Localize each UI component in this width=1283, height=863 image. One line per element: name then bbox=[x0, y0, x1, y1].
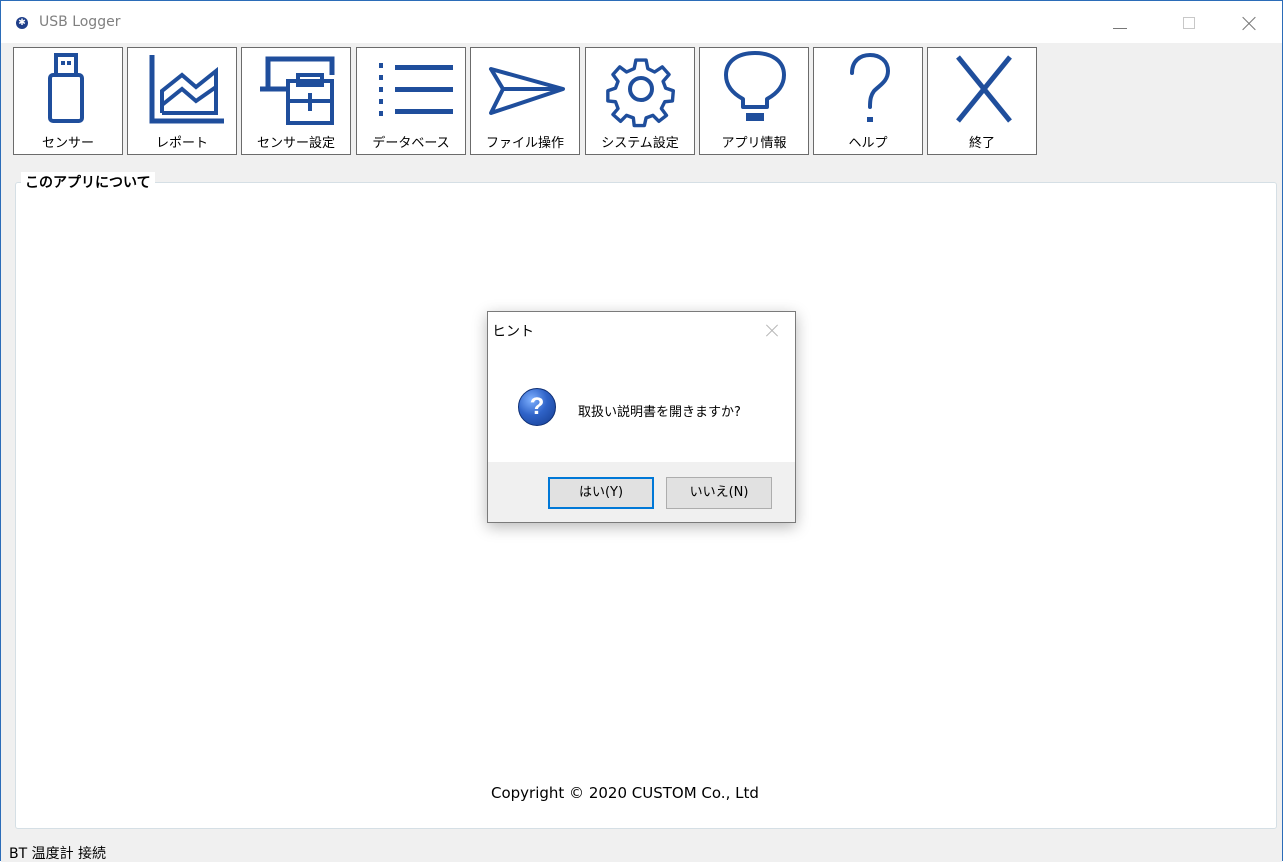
app-info-button-label: アプリ情報 bbox=[721, 136, 787, 151]
sensor-button-label: センサー bbox=[41, 136, 94, 151]
sensor-button[interactable]: センサー bbox=[13, 47, 123, 155]
chart-report-icon bbox=[149, 55, 224, 124]
question-mark-icon bbox=[850, 52, 891, 122]
file-operation-button[interactable]: ファイル操作 bbox=[470, 47, 580, 155]
dialog-title: ヒント bbox=[492, 324, 534, 340]
copyright-text: Copyright © 2020 CUSTOM Co., Ltd bbox=[491, 784, 759, 802]
app-info-button[interactable]: アプリ情報 bbox=[699, 47, 809, 155]
help-button[interactable]: ヘルプ bbox=[813, 47, 923, 155]
app-window: ✱ USB Logger センサー レポート センサー設定 データベース ファイ… bbox=[0, 0, 1283, 862]
app-logo-icon: ✱ bbox=[16, 17, 28, 29]
yes-button[interactable]: はい(Y) bbox=[548, 477, 654, 509]
dialog-message: 取扱い説明書を開きますか? bbox=[578, 405, 741, 420]
list-icon bbox=[379, 63, 453, 116]
sensor-settings-icon bbox=[260, 56, 335, 125]
exit-button[interactable]: 終了 bbox=[927, 47, 1037, 155]
lightbulb-icon bbox=[724, 51, 786, 121]
about-group-title: このアプリについて bbox=[21, 172, 155, 192]
system-settings-button[interactable]: システム設定 bbox=[585, 47, 695, 155]
help-button-label: ヘルプ bbox=[848, 136, 888, 151]
question-icon: ? bbox=[518, 388, 556, 426]
window-title: USB Logger bbox=[39, 14, 121, 30]
report-button-label: レポート bbox=[155, 136, 208, 151]
close-x-icon bbox=[956, 55, 1012, 123]
system-settings-button-label: システム設定 bbox=[601, 136, 679, 151]
database-button-label: データベース bbox=[372, 136, 450, 151]
title-bar[interactable]: ✱ USB Logger bbox=[1, 1, 1282, 43]
dialog-close-icon[interactable] bbox=[764, 322, 780, 338]
usb-stick-icon bbox=[48, 53, 84, 123]
hint-dialog: ヒント ? 取扱い説明書を開きますか? はい(Y) いいえ(N) bbox=[487, 311, 796, 523]
sensor-settings-button[interactable]: センサー設定 bbox=[241, 47, 351, 155]
maximize-button[interactable] bbox=[1165, 9, 1211, 39]
gear-icon bbox=[606, 58, 676, 128]
minimize-button[interactable] bbox=[1097, 9, 1143, 39]
close-window-button[interactable] bbox=[1227, 9, 1273, 39]
file-operation-button-label: ファイル操作 bbox=[485, 136, 564, 151]
database-button[interactable]: データベース bbox=[356, 47, 466, 155]
exit-button-label: 終了 bbox=[968, 136, 995, 151]
paper-plane-icon bbox=[489, 67, 565, 115]
status-bar bbox=[1, 835, 1282, 862]
sensor-settings-button-label: センサー設定 bbox=[256, 136, 335, 151]
no-button[interactable]: いいえ(N) bbox=[666, 477, 772, 509]
status-text: BT 温度計 接続 bbox=[9, 846, 107, 862]
report-button[interactable]: レポート bbox=[127, 47, 237, 155]
